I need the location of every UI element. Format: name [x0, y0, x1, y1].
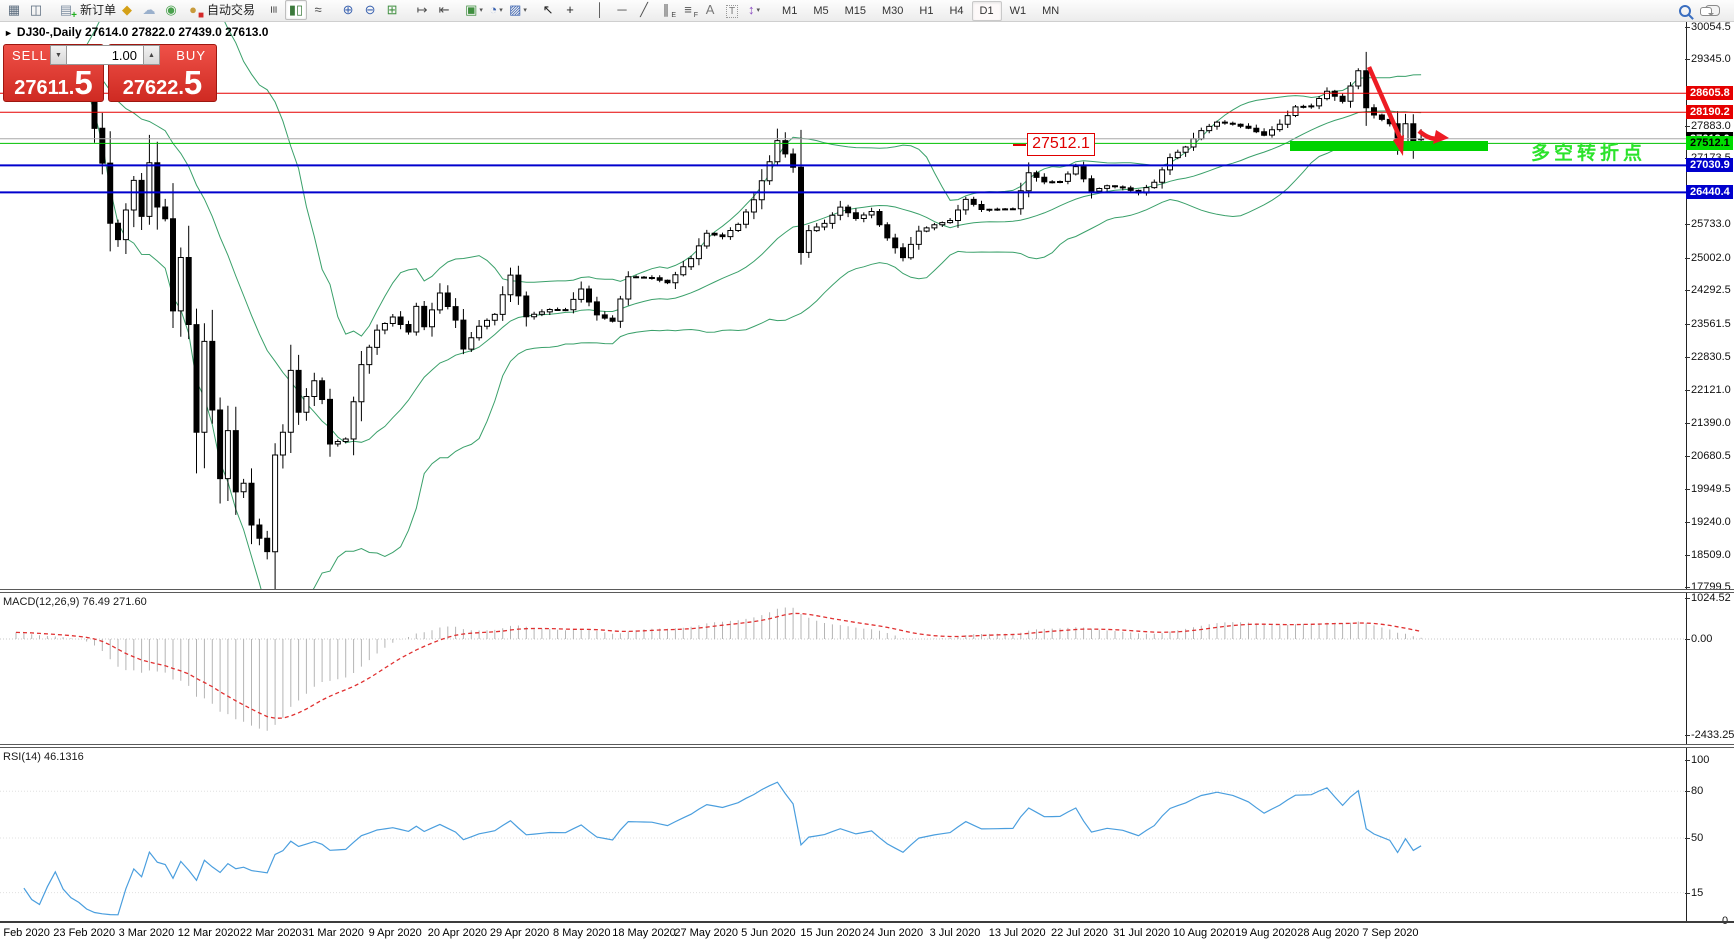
arrows-tool-icon-dropdown[interactable]: ▾ — [757, 6, 761, 14]
chart-canvas[interactable] — [0, 0, 1734, 942]
date-label: 23 Feb 2020 — [53, 927, 116, 939]
date-label: 5 Jun 2020 — [741, 927, 796, 939]
chart-shift-icon[interactable]: ↦ — [411, 0, 433, 20]
buy-label: BUY — [176, 48, 206, 63]
volume-input[interactable]: 1.00 — [67, 45, 143, 65]
timeframe-mn[interactable]: MN — [1034, 1, 1067, 21]
timeframe-m1[interactable]: M1 — [774, 1, 805, 21]
mql5-community-icon[interactable]: ☁ — [138, 0, 160, 20]
zoom-out-icon[interactable]: ⊖ — [359, 0, 381, 20]
date-label: 29 Apr 2020 — [489, 927, 550, 939]
date-label: 18 May 2020 — [612, 927, 676, 939]
timeframe-m30[interactable]: M30 — [874, 1, 911, 21]
date-label: 28 Aug 2020 — [1297, 927, 1360, 939]
timeframe-m5[interactable]: M5 — [805, 1, 836, 21]
crosshair-icon[interactable]: + — [559, 0, 581, 20]
date-label: 3 Mar 2020 — [118, 927, 175, 939]
new-chart-icon-dropdown[interactable]: ▾ — [479, 6, 483, 14]
date-label: 31 Mar 2020 — [302, 927, 364, 939]
buy-price: 27622.5 — [122, 64, 203, 101]
chart-title-text: DJ30-,Daily 27614.0 27822.0 27439.0 2761… — [16, 25, 269, 39]
timeframe-m15[interactable]: M15 — [837, 1, 874, 21]
data-window-icon[interactable]: ◫ — [25, 0, 47, 20]
equidistant-channel-icon[interactable]: ∥ E — [655, 0, 677, 20]
chat-icon[interactable] — [1700, 5, 1720, 16]
horizontal-line-icon[interactable]: ─ — [611, 0, 633, 20]
sell-label: SELL — [12, 48, 48, 63]
market-watch-icon[interactable]: ▦ — [3, 0, 25, 20]
macd-panel-separator[interactable] — [0, 589, 1734, 593]
zoom-in-icon[interactable]: ⊕ — [337, 0, 359, 20]
autotrading-button-label[interactable]: 自动交易 — [207, 3, 255, 17]
timeframe-d1[interactable]: D1 — [971, 0, 1002, 21]
timeframe-w1[interactable]: W1 — [1002, 1, 1035, 21]
text-label-icon[interactable]: T — [721, 2, 743, 22]
periods-icon-dropdown[interactable]: ▾ — [499, 6, 503, 14]
volume-increment-button[interactable]: ▲ — [143, 45, 160, 65]
volume-decrement-button[interactable]: ▼ — [50, 45, 67, 65]
sell-price: 27611.5 — [14, 64, 93, 101]
cursor-icon[interactable]: ↖ — [537, 0, 559, 20]
candlestick-chart-icon[interactable]: ▮▯ — [285, 0, 308, 20]
toolbar: ▦ ◫ ▤ + 新订单 ◆ ☁ ◉ ● ■ 自动交易 ≡ ▮▯ ≈ ⊕ ⊖ ⊞ ↦ ⇤ ▣ ▾ ◔ ▾ ▨ ▾ ↖ + │ ─ ╱ ∥ E ≡ F… — [0, 0, 1734, 22]
new-chart-icon[interactable]: ▣ ▾ — [463, 0, 485, 20]
date-label: 3 Jul 2020 — [929, 927, 981, 939]
time-axis: 3 Feb 202023 Feb 20203 Mar 202012 Mar 20… — [0, 923, 1734, 942]
timeframe-h1[interactable]: H1 — [911, 1, 941, 21]
autotrading-button[interactable]: ● ■ — [182, 0, 204, 20]
timeframe-h4[interactable]: H4 — [941, 1, 971, 21]
periods-icon[interactable]: ◔ ▾ — [485, 0, 507, 20]
one-click-trading-panel: SELL 27611.5 BUY 27622.5 ▼ 1.00 ▲ — [3, 44, 217, 102]
line-chart-icon[interactable]: ≈ — [307, 0, 329, 20]
date-label: 24 Jun 2020 — [862, 927, 924, 939]
chart-marker-icon: ► — [4, 28, 13, 38]
bar-chart-icon[interactable]: ≡ — [263, 0, 285, 20]
market-icon[interactable]: ◆ — [116, 0, 138, 20]
text-icon[interactable]: A — [699, 0, 721, 20]
time-axis-separator — [0, 921, 1734, 923]
fibonacci-icon[interactable]: ≡ F — [677, 0, 699, 20]
signals-icon[interactable]: ◉ — [160, 0, 182, 20]
date-label: 20 Apr 2020 — [427, 927, 488, 939]
macd-indicator-label: MACD(12,26,9) 76.49 271.60 — [3, 596, 147, 608]
price-callout-dash — [1013, 144, 1026, 146]
new-order-button-label[interactable]: 新订单 — [80, 3, 116, 17]
date-label: 3 Feb 2020 — [0, 927, 50, 939]
date-label: 22 Jul 2020 — [1050, 927, 1108, 939]
date-label: 31 Jul 2020 — [1113, 927, 1171, 939]
date-label: 8 May 2020 — [553, 927, 611, 939]
trendline-icon[interactable]: ╱ — [633, 0, 655, 20]
date-label: 19 Aug 2020 — [1235, 927, 1297, 939]
rsi-indicator-label: RSI(14) 46.1316 — [3, 751, 84, 763]
pivot-point-annotation[interactable]: 多空转折点 — [1531, 138, 1646, 165]
templates-icon-dropdown[interactable]: ▾ — [523, 6, 527, 14]
search-icon[interactable] — [1679, 4, 1691, 17]
templates-icon[interactable]: ▨ ▾ — [507, 0, 529, 20]
date-label: 22 Mar 2020 — [239, 927, 302, 939]
arrows-tool-icon[interactable]: ↕ ▾ — [743, 0, 765, 20]
price-callout-annotation[interactable]: 27512.1 — [1027, 133, 1095, 156]
date-label: 15 Jun 2020 — [800, 927, 861, 939]
date-label: 7 Sep 2020 — [1362, 927, 1419, 939]
auto-scroll-icon[interactable]: ⇤ — [433, 0, 455, 20]
date-label: 13 Jul 2020 — [988, 927, 1046, 939]
vertical-line-icon[interactable]: │ — [589, 0, 611, 20]
price-axis — [1686, 22, 1734, 921]
date-label: 9 Apr 2020 — [368, 927, 422, 939]
date-label: 12 Mar 2020 — [177, 927, 240, 939]
date-label: 10 Aug 2020 — [1172, 927, 1235, 939]
rsi-panel-separator[interactable] — [0, 744, 1734, 748]
date-label: 27 May 2020 — [674, 927, 738, 939]
chart-title: ► DJ30-,Daily 27614.0 27822.0 27439.0 276… — [4, 25, 268, 39]
new-order-button[interactable]: ▤ + — [55, 0, 77, 21]
tile-windows-icon[interactable]: ⊞ — [381, 0, 403, 20]
